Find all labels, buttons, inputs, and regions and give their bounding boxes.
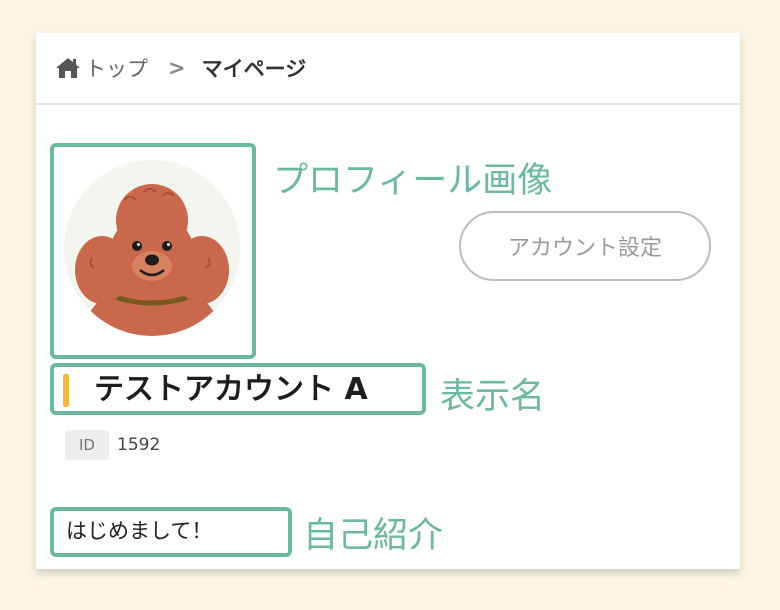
name-callout-label: 表示名 [440,377,546,417]
user-id-value: 1592 [117,435,161,455]
mypage-card: トップ > マイページ プロフィール画像 アカウント設定 テストアカウント A … [36,33,740,569]
home-icon[interactable] [55,56,81,80]
avatar-callout-label: プロフィール画像 [273,161,553,201]
bio-callout-label: 自己紹介 [303,516,444,556]
avatar[interactable] [62,158,242,338]
breadcrumb-current: マイページ [201,57,307,81]
account-settings-button[interactable]: アカウント設定 [459,211,711,281]
breadcrumb: トップ > マイページ [36,33,740,105]
breadcrumb-separator: > [168,56,186,80]
name-accent-bar [63,374,69,407]
breadcrumb-home-link[interactable]: トップ [85,53,148,83]
display-name: テストアカウント A [94,372,368,407]
bio-text: はじめまして！ [66,519,213,543]
poodle-avatar-icon [64,160,240,336]
id-badge: ID [65,430,109,460]
